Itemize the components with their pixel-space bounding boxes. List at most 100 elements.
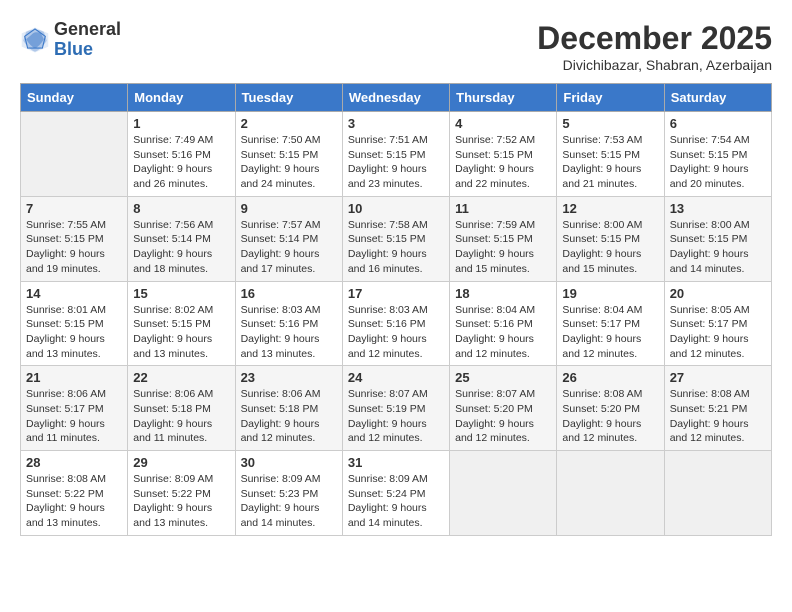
day-number: 13 [670,201,766,216]
day-number: 3 [348,116,444,131]
logo: General Blue [20,20,121,60]
calendar-cell: 27 Sunrise: 8:08 AMSunset: 5:21 PMDayligh… [664,366,771,451]
day-info: Sunrise: 8:08 AMSunset: 5:21 PMDaylight:… [670,387,766,446]
day-info: Sunrise: 8:04 AMSunset: 5:17 PMDaylight:… [562,303,658,362]
day-info: Sunrise: 8:09 AMSunset: 5:24 PMDaylight:… [348,472,444,531]
calendar-cell: 14 Sunrise: 8:01 AMSunset: 5:15 PMDayligh… [21,281,128,366]
day-number: 31 [348,455,444,470]
day-info: Sunrise: 7:57 AMSunset: 5:14 PMDaylight:… [241,218,337,277]
calendar-cell [450,451,557,536]
day-info: Sunrise: 7:51 AMSunset: 5:15 PMDaylight:… [348,133,444,192]
calendar-cell: 5 Sunrise: 7:53 AMSunset: 5:15 PMDaylight… [557,112,664,197]
calendar-cell: 8Sunrise: 7:56 AMSunset: 5:14 PMDaylight… [128,196,235,281]
calendar-table: SundayMondayTuesdayWednesdayThursdayFrid… [20,83,772,536]
day-info: Sunrise: 8:01 AMSunset: 5:15 PMDaylight:… [26,303,122,362]
calendar-cell: 18 Sunrise: 8:04 AMSunset: 5:16 PMDayligh… [450,281,557,366]
day-number: 2 [241,116,337,131]
day-info: Sunrise: 8:08 AMSunset: 5:20 PMDaylight:… [562,387,658,446]
calendar-cell: 10 Sunrise: 7:58 AMSunset: 5:15 PMDayligh… [342,196,449,281]
calendar-cell: 30Sunrise: 8:09 AMSunset: 5:23 PMDayligh… [235,451,342,536]
weekday-header: Tuesday [235,84,342,112]
day-number: 11 [455,201,551,216]
weekday-header: Friday [557,84,664,112]
day-info: Sunrise: 8:06 AMSunset: 5:18 PMDaylight:… [133,387,229,446]
day-number: 26 [562,370,658,385]
calendar-cell: 19 Sunrise: 8:04 AMSunset: 5:17 PMDayligh… [557,281,664,366]
calendar-cell: 28 Sunrise: 8:08 AMSunset: 5:22 PMDayligh… [21,451,128,536]
calendar-cell [557,451,664,536]
calendar-cell: 17Sunrise: 8:03 AMSunset: 5:16 PMDayligh… [342,281,449,366]
calendar-week-row: 14 Sunrise: 8:01 AMSunset: 5:15 PMDayligh… [21,281,772,366]
calendar-cell: 1 Sunrise: 7:49 AMSunset: 5:16 PMDaylight… [128,112,235,197]
calendar-cell: 24 Sunrise: 8:07 AMSunset: 5:19 PMDayligh… [342,366,449,451]
weekday-header: Sunday [21,84,128,112]
day-number: 27 [670,370,766,385]
day-number: 17 [348,286,444,301]
calendar-cell: 4Sunrise: 7:52 AMSunset: 5:15 PMDaylight… [450,112,557,197]
day-number: 10 [348,201,444,216]
day-number: 28 [26,455,122,470]
day-number: 6 [670,116,766,131]
calendar-cell: 20 Sunrise: 8:05 AMSunset: 5:17 PMDayligh… [664,281,771,366]
day-info: Sunrise: 8:07 AMSunset: 5:19 PMDaylight:… [348,387,444,446]
page-header: General Blue December 2025 Divichibazar,… [20,20,772,73]
day-number: 18 [455,286,551,301]
calendar-cell [21,112,128,197]
calendar-cell: 9 Sunrise: 7:57 AMSunset: 5:14 PMDaylight… [235,196,342,281]
calendar-cell: 31 Sunrise: 8:09 AMSunset: 5:24 PMDayligh… [342,451,449,536]
day-info: Sunrise: 7:56 AMSunset: 5:14 PMDaylight:… [133,218,229,277]
location: Divichibazar, Shabran, Azerbaijan [537,57,772,73]
calendar-week-row: 7 Sunrise: 7:55 AMSunset: 5:15 PMDaylight… [21,196,772,281]
weekday-header: Wednesday [342,84,449,112]
weekday-header: Monday [128,84,235,112]
logo-general-text: General [54,20,121,40]
day-info: Sunrise: 8:08 AMSunset: 5:22 PMDaylight:… [26,472,122,531]
calendar-cell: 22 Sunrise: 8:06 AMSunset: 5:18 PMDayligh… [128,366,235,451]
calendar-cell: 2Sunrise: 7:50 AMSunset: 5:15 PMDaylight… [235,112,342,197]
day-info: Sunrise: 8:04 AMSunset: 5:16 PMDaylight:… [455,303,551,362]
day-info: Sunrise: 8:02 AMSunset: 5:15 PMDaylight:… [133,303,229,362]
day-number: 22 [133,370,229,385]
day-number: 19 [562,286,658,301]
day-number: 12 [562,201,658,216]
day-info: Sunrise: 8:05 AMSunset: 5:17 PMDaylight:… [670,303,766,362]
day-info: Sunrise: 7:54 AMSunset: 5:15 PMDaylight:… [670,133,766,192]
weekday-header: Saturday [664,84,771,112]
calendar-cell: 12 Sunrise: 8:00 AMSunset: 5:15 PMDayligh… [557,196,664,281]
day-info: Sunrise: 7:53 AMSunset: 5:15 PMDaylight:… [562,133,658,192]
calendar-cell: 23Sunrise: 8:06 AMSunset: 5:18 PMDayligh… [235,366,342,451]
day-number: 4 [455,116,551,131]
calendar-week-row: 28 Sunrise: 8:08 AMSunset: 5:22 PMDayligh… [21,451,772,536]
day-info: Sunrise: 8:06 AMSunset: 5:18 PMDaylight:… [241,387,337,446]
day-number: 5 [562,116,658,131]
day-number: 21 [26,370,122,385]
calendar-cell: 7 Sunrise: 7:55 AMSunset: 5:15 PMDaylight… [21,196,128,281]
logo-icon [20,26,50,54]
day-info: Sunrise: 8:09 AMSunset: 5:23 PMDaylight:… [241,472,337,531]
day-info: Sunrise: 7:58 AMSunset: 5:15 PMDaylight:… [348,218,444,277]
day-number: 25 [455,370,551,385]
day-number: 16 [241,286,337,301]
day-info: Sunrise: 8:06 AMSunset: 5:17 PMDaylight:… [26,387,122,446]
month-title: December 2025 [537,20,772,57]
calendar-cell: 26 Sunrise: 8:08 AMSunset: 5:20 PMDayligh… [557,366,664,451]
calendar-cell: 25 Sunrise: 8:07 AMSunset: 5:20 PMDayligh… [450,366,557,451]
calendar-week-row: 1 Sunrise: 7:49 AMSunset: 5:16 PMDaylight… [21,112,772,197]
day-number: 14 [26,286,122,301]
title-area: December 2025 Divichibazar, Shabran, Aze… [537,20,772,73]
calendar-cell: 6 Sunrise: 7:54 AMSunset: 5:15 PMDaylight… [664,112,771,197]
day-info: Sunrise: 7:49 AMSunset: 5:16 PMDaylight:… [133,133,229,192]
calendar-cell: 11Sunrise: 7:59 AMSunset: 5:15 PMDayligh… [450,196,557,281]
day-info: Sunrise: 7:55 AMSunset: 5:15 PMDaylight:… [26,218,122,277]
day-number: 24 [348,370,444,385]
logo-blue-text: Blue [54,40,121,60]
day-number: 1 [133,116,229,131]
day-info: Sunrise: 8:07 AMSunset: 5:20 PMDaylight:… [455,387,551,446]
day-number: 7 [26,201,122,216]
day-number: 20 [670,286,766,301]
weekday-header: Thursday [450,84,557,112]
day-number: 9 [241,201,337,216]
calendar-cell: 29Sunrise: 8:09 AMSunset: 5:22 PMDayligh… [128,451,235,536]
day-info: Sunrise: 8:09 AMSunset: 5:22 PMDaylight:… [133,472,229,531]
day-info: Sunrise: 8:00 AMSunset: 5:15 PMDaylight:… [562,218,658,277]
